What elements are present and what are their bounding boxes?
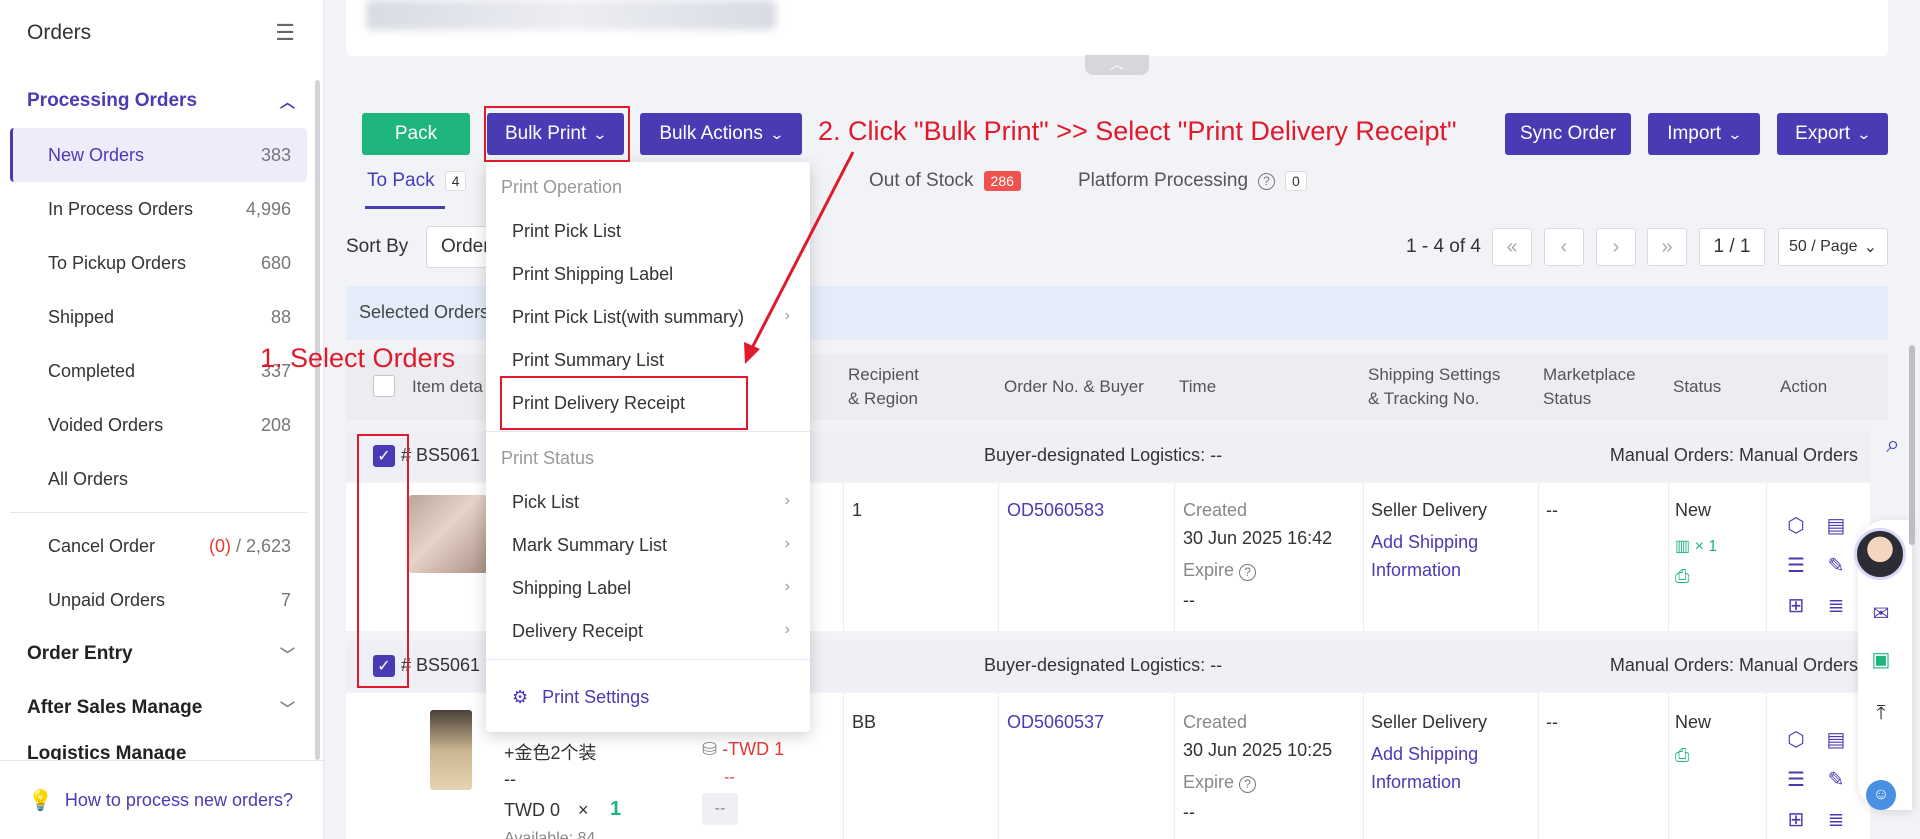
annotation-arrow (744, 151, 855, 364)
